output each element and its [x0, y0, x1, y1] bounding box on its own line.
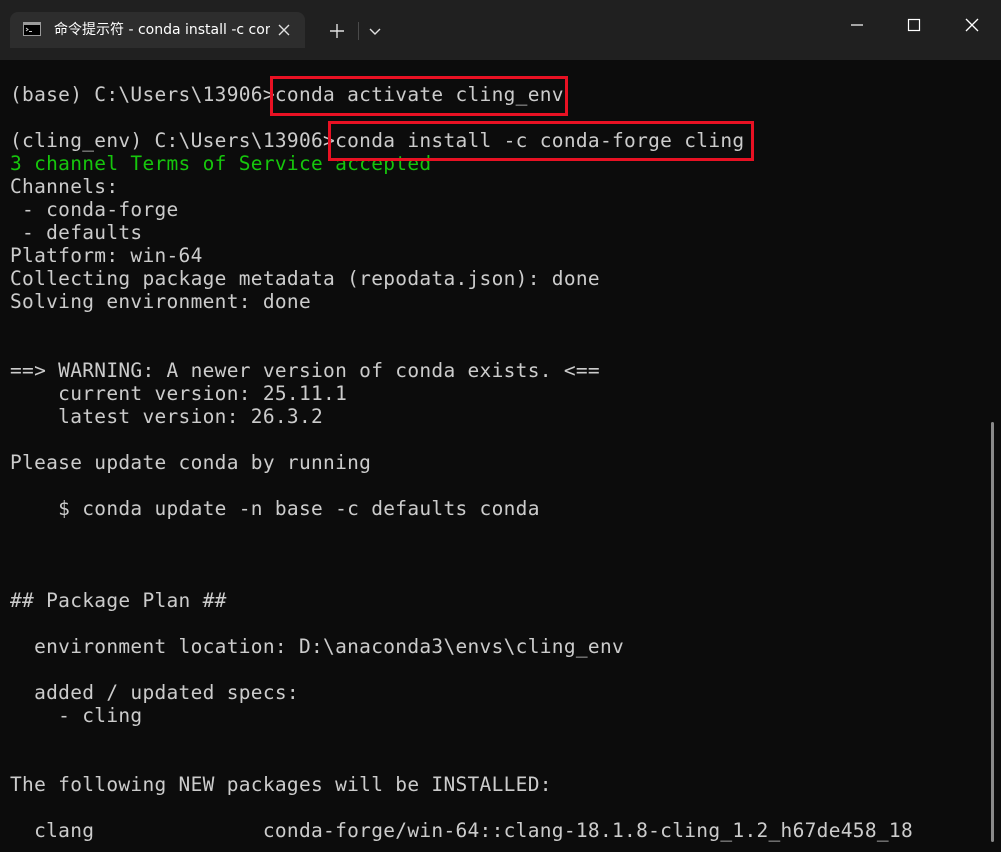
- chevron-down-icon[interactable]: [362, 18, 388, 44]
- maximize-icon[interactable]: [897, 8, 931, 42]
- terminal-line: 3 channel Terms of Service accepted: [10, 152, 432, 175]
- tab-divider: [358, 22, 359, 40]
- tab-command-prompt[interactable]: 命令提示符 - conda install -c conda-forge cli…: [10, 12, 305, 48]
- terminal-line: environment location: D:\anaconda3\envs\…: [10, 635, 625, 658]
- terminal-line: current version: 25.11.1: [10, 382, 348, 405]
- cmd-terminal-icon: [23, 22, 41, 36]
- plus-icon[interactable]: [322, 18, 352, 44]
- terminal-line: Platform: win-64: [10, 244, 203, 267]
- title-bar: 命令提示符 - conda install -c conda-forge cli…: [0, 0, 1001, 60]
- terminal-line: (cling_env) C:\Users\13906>conda install…: [10, 129, 745, 152]
- minimize-icon[interactable]: [840, 8, 874, 42]
- terminal-line: (base) C:\Users\13906>conda activate cli…: [10, 83, 564, 106]
- tab-title: 命令提示符 - conda install -c conda-forge cli…: [54, 22, 270, 38]
- scrollbar-thumb[interactable]: [991, 422, 994, 842]
- terminal-output[interactable]: (base) C:\Users\13906>conda activate cli…: [0, 60, 986, 852]
- close-icon[interactable]: [955, 8, 989, 42]
- terminal-line: added / updated specs:: [10, 681, 299, 704]
- terminal-line: - conda-forge: [10, 198, 179, 221]
- terminal-line: Solving environment: done: [10, 290, 311, 313]
- terminal-line: - defaults: [10, 221, 143, 244]
- terminal-line: - cling: [10, 704, 143, 727]
- terminal-line: Channels:: [10, 175, 119, 198]
- terminal-line: The following NEW packages will be INSTA…: [10, 773, 552, 796]
- terminal-line: $ conda update -n base -c defaults conda: [10, 497, 540, 520]
- terminal-line: ==> WARNING: A newer version of conda ex…: [10, 359, 600, 382]
- terminal-line: latest version: 26.3.2: [10, 405, 324, 428]
- terminal-window: 命令提示符 - conda install -c conda-forge cli…: [0, 0, 1001, 852]
- terminal-line: Collecting package metadata (repodata.js…: [10, 267, 600, 290]
- terminal-line: ## Package Plan ##: [10, 589, 227, 612]
- terminal-line: clang conda-forge/win-64::clang-18.1.8-c…: [10, 819, 913, 842]
- close-icon[interactable]: [274, 20, 294, 40]
- terminal-line: Please update conda by running: [10, 451, 372, 474]
